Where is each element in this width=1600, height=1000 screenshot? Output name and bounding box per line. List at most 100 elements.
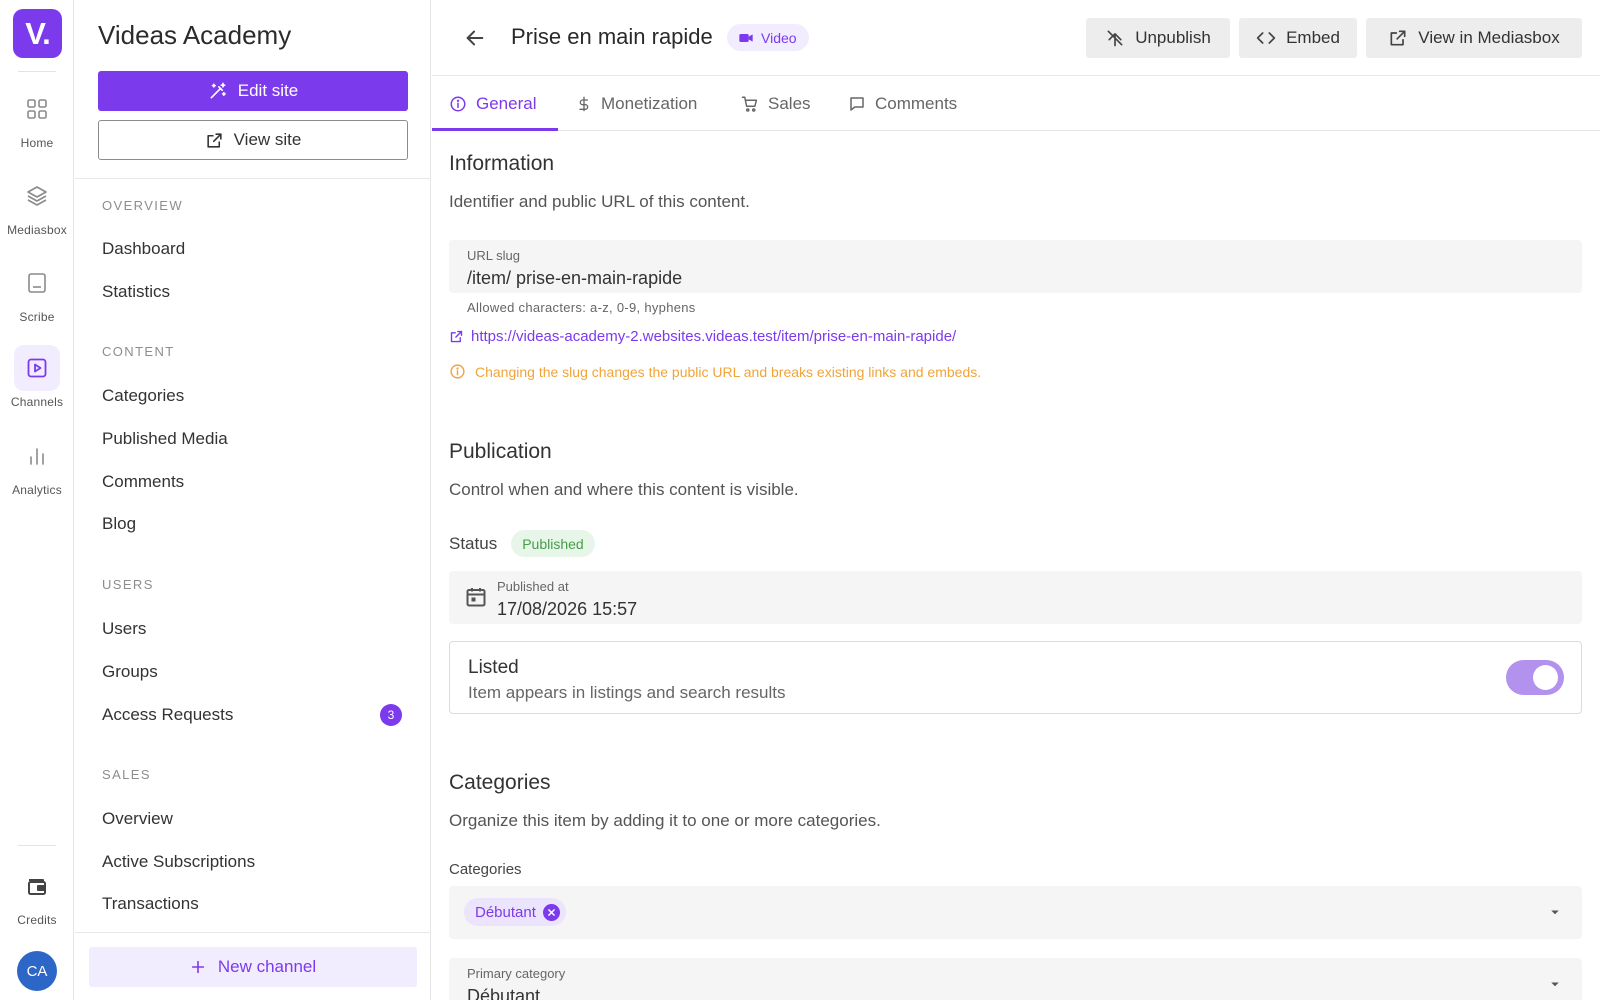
- bar-chart-icon: [14, 433, 60, 479]
- rail-label: Home: [20, 136, 54, 150]
- tab-general[interactable]: General: [449, 76, 536, 131]
- sidebar-divider: [75, 178, 431, 179]
- category-chip-label: Débutant: [475, 903, 536, 921]
- arrow-left-icon: [464, 27, 486, 49]
- status-badge: Published: [511, 530, 595, 557]
- listed-setting: Listed Item appears in listings and sear…: [449, 641, 1582, 714]
- view-in-mediasbox-button[interactable]: View in Mediasbox: [1366, 18, 1582, 58]
- active-tab-indicator: [432, 128, 558, 131]
- sidebar-item-categories[interactable]: Categories: [102, 386, 402, 406]
- tab-sales[interactable]: Sales: [741, 76, 811, 131]
- grid-icon: [14, 86, 60, 132]
- tab-label: Monetization: [601, 93, 698, 113]
- slug-warning: Changing the slug changes the public URL…: [449, 363, 981, 380]
- edit-site-button[interactable]: Edit site: [98, 71, 408, 111]
- avatar[interactable]: CA: [17, 951, 57, 991]
- view-site-button[interactable]: View site: [98, 120, 408, 160]
- public-url-link[interactable]: https://videas-academy-2.websites.videas…: [449, 328, 956, 345]
- back-button[interactable]: [460, 23, 490, 53]
- tab-label: Comments: [875, 93, 958, 113]
- info-icon: [449, 95, 467, 113]
- app-logo[interactable]: V.: [13, 9, 62, 58]
- sidebar-item-blog[interactable]: Blog: [102, 514, 402, 534]
- rail-item-mediasbox[interactable]: Mediasbox: [0, 173, 74, 237]
- unpublish-label: Unpublish: [1135, 28, 1211, 47]
- content-type-label: Video: [761, 29, 797, 46]
- rail-item-channels[interactable]: Channels: [0, 345, 74, 409]
- rail-label: Analytics: [12, 483, 62, 497]
- unpublish-icon: [1105, 28, 1125, 48]
- page-header: Prise en main rapide Video Unpublish Emb…: [432, 0, 1600, 76]
- section-title-categories: Categories: [449, 771, 551, 794]
- tab-label: Sales: [768, 93, 811, 113]
- rail-item-analytics[interactable]: Analytics: [0, 433, 74, 497]
- unpublish-button[interactable]: Unpublish: [1086, 18, 1230, 58]
- published-at-input[interactable]: 17/08/2026 15:57: [497, 599, 637, 620]
- sidebar-item-sales-overview[interactable]: Overview: [102, 809, 402, 829]
- sidebar-item-transactions[interactable]: Transactions: [102, 894, 402, 914]
- url-slug-input[interactable]: /item/ prise-en-main-rapide: [467, 268, 682, 289]
- app-rail: V. Home Mediasbox Scribe Channels Analyt…: [0, 0, 74, 1000]
- count-badge: 3: [380, 704, 402, 726]
- categories-select[interactable]: Débutant: [449, 886, 1582, 939]
- sidebar-item-published-media[interactable]: Published Media: [102, 429, 402, 449]
- rail-item-credits[interactable]: Credits: [0, 863, 74, 927]
- tab-monetization[interactable]: Monetization: [576, 76, 697, 131]
- layers-icon: [14, 173, 60, 219]
- rail-label: Channels: [10, 395, 64, 409]
- video-camera-icon: [738, 30, 754, 46]
- sidebar-item-dashboard[interactable]: Dashboard: [102, 239, 402, 259]
- warning-info-icon: [449, 363, 466, 380]
- status-row: Status Published: [449, 530, 595, 557]
- toggle-knob: [1533, 665, 1558, 690]
- rail-label: Credits: [17, 913, 57, 927]
- rail-label: Mediasbox: [7, 223, 67, 237]
- sidebar-item-statistics[interactable]: Statistics: [102, 282, 402, 302]
- listed-title: Listed: [468, 657, 519, 678]
- published-at-field[interactable]: Published at 17/08/2026 15:57: [449, 571, 1582, 624]
- site-title: Videas Academy: [98, 20, 292, 50]
- rail-divider: [18, 845, 56, 846]
- tab-label: General: [476, 93, 537, 113]
- view-in-mediasbox-label: View in Mediasbox: [1418, 28, 1560, 47]
- external-link-icon: [205, 131, 224, 150]
- rail-item-scribe[interactable]: Scribe: [0, 260, 74, 324]
- embed-button[interactable]: Embed: [1239, 18, 1357, 58]
- rail-item-home[interactable]: Home: [0, 86, 74, 150]
- status-label: Status: [449, 533, 498, 553]
- caret-down-icon[interactable]: [1546, 903, 1564, 921]
- sidebar-item-groups[interactable]: Groups: [102, 662, 402, 682]
- plus-icon: [190, 959, 206, 975]
- remove-chip-icon[interactable]: [542, 903, 560, 921]
- play-square-icon: [14, 345, 60, 391]
- categories-field-label: Categories: [449, 861, 522, 878]
- public-url-text: https://videas-academy-2.websites.videas…: [471, 328, 957, 345]
- sidebar-item-active-subscriptions[interactable]: Active Subscriptions: [102, 852, 402, 872]
- external-link-icon: [449, 329, 464, 344]
- primary-category-select[interactable]: Primary category Débutant: [449, 958, 1582, 1000]
- sidebar-item-users[interactable]: Users: [102, 619, 402, 639]
- section-subtitle-information: Identifier and public URL of this conten…: [449, 192, 750, 211]
- channel-sidebar: Videas Academy Edit site View site OVERV…: [75, 0, 431, 1000]
- tab-comments[interactable]: Comments: [848, 76, 957, 131]
- url-slug-field[interactable]: URL slug /item/ prise-en-main-rapide: [449, 240, 1582, 293]
- section-content: CONTENT: [102, 344, 175, 359]
- listed-toggle[interactable]: [1506, 660, 1564, 695]
- sidebar-divider: [75, 932, 431, 933]
- embed-label: Embed: [1286, 28, 1340, 47]
- rail-label: Scribe: [19, 310, 55, 324]
- comment-icon: [848, 95, 866, 113]
- new-channel-button[interactable]: New channel: [89, 947, 417, 987]
- caret-down-icon[interactable]: [1546, 975, 1564, 993]
- tab-bar: General Monetization Sales Comments: [432, 76, 1600, 131]
- view-site-label: View site: [233, 130, 302, 149]
- sidebar-item-access-requests[interactable]: Access Requests 3: [102, 704, 402, 726]
- sidebar-item-comments[interactable]: Comments: [102, 472, 402, 492]
- section-sales: SALES: [102, 767, 151, 782]
- rail-divider: [18, 71, 56, 72]
- scribe-icon: [14, 260, 60, 306]
- calendar-icon: [464, 585, 488, 609]
- section-overview: OVERVIEW: [102, 198, 184, 213]
- external-link-icon: [1388, 28, 1408, 48]
- section-title-information: Information: [449, 152, 555, 175]
